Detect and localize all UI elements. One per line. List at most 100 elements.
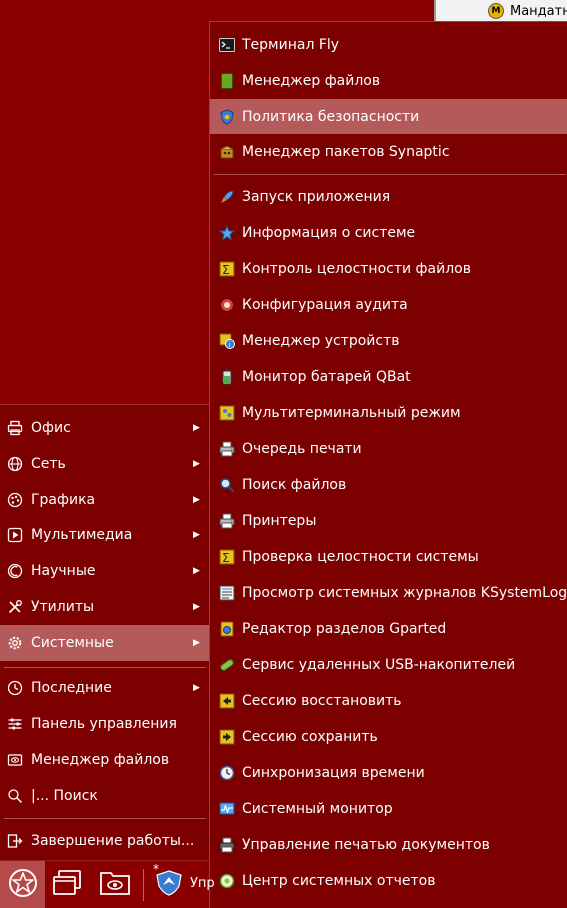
menu-item-utilities[interactable]: Утилиты ▶ [0, 589, 210, 625]
submenu-item-label: Сессию восстановить [242, 693, 402, 709]
submenu-arrow-icon: ▶ [193, 683, 200, 693]
submenu-item-run-app[interactable]: Запуск приложения [210, 180, 567, 214]
submenu-item-synaptic[interactable]: Менеджер пакетов Synaptic [210, 135, 567, 169]
menu-item-label: Утилиты [31, 599, 95, 615]
menu-item-label: Мультимедиа [31, 527, 133, 543]
submenu-item-label: Сессию сохранить [242, 729, 378, 745]
submenu-item-label: Конфигурация аудита [242, 297, 408, 313]
usb-icon [218, 656, 236, 674]
submenu-item-label: Центр системных отчетов [242, 873, 436, 889]
submenu-item-label: Проверка целостности системы [242, 549, 479, 565]
session-restore-icon [218, 692, 236, 710]
submenu-item-label: Поиск файлов [242, 477, 347, 493]
submenu-item-gparted[interactable]: Редактор разделов Gparted [210, 612, 567, 646]
menu-separator [4, 667, 206, 668]
submenu-item-battery[interactable]: Монитор батарей QBat [210, 360, 567, 394]
submenu-item-system-info[interactable]: Информация о системе [210, 216, 567, 250]
file-manager-launcher[interactable] [97, 867, 133, 903]
printer-icon [6, 419, 24, 437]
submenu-item-ksystemlog[interactable]: Просмотр системных журналов KSystemLog [210, 576, 567, 610]
session-save-icon [218, 728, 236, 746]
submenu-arrow-icon: ▶ [193, 423, 200, 433]
menu-item-label: Системные [31, 635, 114, 651]
submenu-item-label: Контроль целостности файлов [242, 261, 471, 277]
menu-item-label: Сеть [31, 456, 66, 472]
windows-icon [52, 870, 82, 900]
menu-item-label: Менеджер файлов [31, 752, 170, 768]
submenu-item-multiterminal[interactable]: Мультитерминальный режим [210, 396, 567, 430]
tools-icon [6, 598, 24, 616]
submenu-item-label: Менеджер файлов [242, 73, 381, 89]
gear-icon [6, 634, 24, 652]
background-window: M Мандатн [434, 0, 567, 22]
rocket-icon [218, 188, 236, 206]
submenu-item-session-restore[interactable]: Сессию восстановить [210, 684, 567, 718]
menu-item-science[interactable]: Научные ▶ [0, 553, 210, 589]
submenu-arrow-icon: ▶ [193, 495, 200, 505]
play-icon [6, 526, 24, 544]
menu-item-network[interactable]: Сеть ▶ [0, 446, 210, 482]
system-monitor-icon [218, 800, 236, 818]
menu-item-label: Графика [31, 492, 96, 508]
integrity-icon: Σ [218, 548, 236, 566]
submenu-item-audit-config[interactable]: Конфигурация аудита [210, 288, 567, 322]
menu-item-multimedia[interactable]: Мультимедиа ▶ [0, 517, 210, 553]
submenu-item-usb-service[interactable]: Сервис удаленных USB-накопителей [210, 648, 567, 682]
submenu-item-print-management[interactable]: Управление печатью документов [210, 828, 567, 862]
science-icon [6, 562, 24, 580]
submenu-item-terminal[interactable]: Терминал Fly [210, 28, 567, 62]
task-label: Упр [190, 876, 215, 891]
log-icon [218, 584, 236, 602]
menu-item-label: Научные [31, 563, 96, 579]
submenu-item-label: Синхронизация времени [242, 765, 425, 781]
submenu-item-device-manager[interactable]: i Менеджер устройств [210, 324, 567, 358]
submenu-item-print-queue[interactable]: Очередь печати [210, 432, 567, 466]
submenu-item-file-integrity[interactable]: Σ Контроль целостности файлов [210, 252, 567, 286]
submenu-item-printers[interactable]: Принтеры [210, 504, 567, 538]
globe-icon [6, 455, 24, 473]
menu-item-recent[interactable]: Последние ▶ [0, 670, 210, 706]
print-queue-icon [218, 440, 236, 458]
submenu-item-report-center[interactable]: Центр системных отчетов [210, 864, 567, 898]
submenu-item-security-policy[interactable]: Политика безопасности [210, 99, 567, 134]
star-icon [218, 224, 236, 242]
security-policy-icon [154, 869, 184, 901]
menu-item-graphics[interactable]: Графика ▶ [0, 482, 210, 518]
submenu-item-label: Системный монитор [242, 801, 393, 817]
submenu-item-label: Управление печатью документов [242, 837, 490, 853]
background-window-text: Мандатн [510, 4, 567, 19]
submenu-item-label: Запуск приложения [242, 189, 391, 205]
menu-item-label: Офис [31, 420, 71, 436]
menu-item-office[interactable]: Офис ▶ [0, 410, 210, 446]
submenu-separator [214, 174, 566, 175]
submenu-item-time-sync[interactable]: Синхронизация времени [210, 756, 567, 790]
recent-icon [6, 679, 24, 697]
system-submenu: Терминал Fly Менеджер файлов Политика бе… [209, 21, 567, 908]
audit-icon [218, 296, 236, 314]
submenu-item-system-integrity[interactable]: Σ Проверка целостности системы [210, 540, 567, 574]
submenu-arrow-icon: ▶ [193, 566, 200, 576]
submenu-item-label: Монитор батарей QBat [242, 369, 411, 385]
submenu-item-session-save[interactable]: Сессию сохранить [210, 720, 567, 754]
clock-icon [218, 764, 236, 782]
submenu-item-label: Просмотр системных журналов KSystemLog [242, 585, 567, 601]
menu-item-search[interactable]: |... Поиск [0, 778, 210, 814]
report-center-icon [218, 872, 236, 890]
submenu-item-system-monitor[interactable]: Системный монитор [210, 792, 567, 826]
menu-item-control-panel[interactable]: Панель управления [0, 706, 210, 742]
submenu-arrow-icon: ▶ [193, 459, 200, 469]
submenu-item-file-manager[interactable]: Менеджер файлов [210, 64, 567, 98]
integrity-icon: Σ [218, 260, 236, 278]
search-icon [6, 787, 24, 805]
menu-item-shutdown[interactable]: Завершение работы... [0, 823, 210, 859]
taskbar-separator [143, 869, 144, 901]
terminal-icon [218, 36, 236, 54]
submenu-item-file-search[interactable]: Поиск файлов [210, 468, 567, 502]
menu-item-system[interactable]: Системные ▶ [0, 625, 210, 661]
show-windows-button[interactable] [49, 867, 85, 903]
submenu-item-label: Очередь печати [242, 441, 362, 457]
printer-icon [218, 512, 236, 530]
sliders-icon [6, 715, 24, 733]
menu-item-file-manager[interactable]: Менеджер файлов [0, 742, 210, 778]
start-button[interactable] [0, 861, 45, 908]
